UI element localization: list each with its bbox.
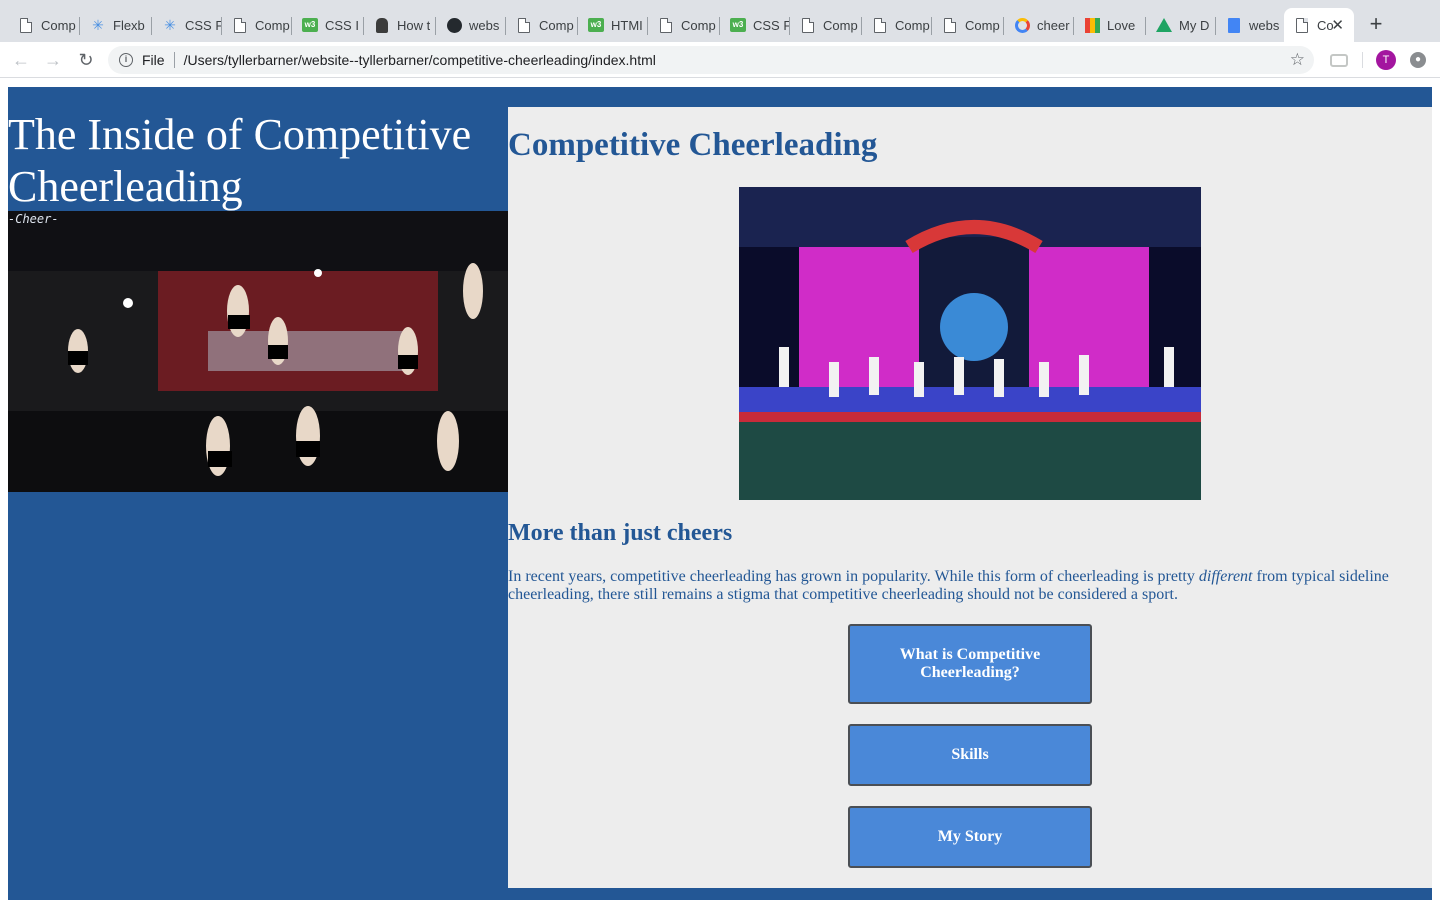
image-watermark-text: -Cheer- — [8, 212, 59, 226]
tab-title: Comp — [539, 17, 574, 33]
browser-tab[interactable]: w3 CSS I — [292, 8, 364, 42]
browser-tab[interactable]: ✳ Flexb — [80, 8, 152, 42]
tab-title: Comp — [681, 17, 716, 33]
browser-tab[interactable]: Comp — [506, 8, 578, 42]
address-bar[interactable]: i File /Users/tyllerbarner/website--tyll… — [108, 46, 1314, 74]
browser-toolbar: ← → ↻ i File /Users/tyllerbarner/website… — [0, 42, 1440, 78]
intro-text: In recent years, competitive cheerleadin… — [508, 568, 1199, 585]
page-body: The Inside of Competitive Cheerleading -… — [8, 87, 1432, 900]
my-story-button[interactable]: My Story — [848, 806, 1092, 868]
extension-icon[interactable]: ● — [1410, 52, 1426, 68]
intro-paragraph: In recent years, competitive cheerleadin… — [508, 568, 1408, 604]
browser-tab[interactable]: My D — [1146, 8, 1216, 42]
section-heading: More than just cheers — [508, 520, 733, 546]
tab-title: How t — [397, 17, 431, 33]
google-icon — [1014, 17, 1030, 33]
browser-tab[interactable]: Comp — [8, 8, 80, 42]
browser-tab[interactable]: Comp — [648, 8, 720, 42]
tab-title: Love — [1107, 17, 1136, 33]
tab-title: CSS F — [185, 17, 222, 33]
w3schools-icon: w3 — [302, 17, 318, 33]
document-icon — [872, 17, 888, 33]
browser-tab[interactable]: ✳ CSS F — [152, 8, 222, 42]
tab-title: webs — [469, 17, 500, 33]
emphasis-text: different — [1198, 568, 1253, 585]
browser-tab[interactable]: Love — [1074, 8, 1146, 42]
competition-stage-image — [739, 187, 1201, 500]
url-text[interactable]: /Users/tyllerbarner/website--tyllerbarne… — [184, 52, 656, 68]
document-icon — [942, 17, 958, 33]
tab-title: Comp — [965, 17, 1000, 33]
page-viewport: The Inside of Competitive Cheerleading -… — [0, 79, 1440, 900]
github-icon — [446, 17, 462, 33]
main-title: Competitive Cheerleading — [508, 127, 878, 163]
browser-tab-active[interactable]: Co ✕ — [1284, 8, 1354, 42]
divider — [1362, 52, 1363, 68]
love-icon — [1084, 17, 1100, 33]
what-is-competitive-cheerleading-button[interactable]: What is Competitive Cheerleading? — [848, 624, 1092, 704]
camera-icon[interactable] — [1330, 54, 1348, 67]
tab-title: Flexb — [113, 17, 145, 33]
tab-title: Comp — [823, 17, 858, 33]
close-tab-icon[interactable]: ✕ — [1331, 16, 1344, 34]
forward-arrow-icon[interactable]: → — [42, 49, 64, 71]
tab-title: webs — [1249, 17, 1280, 33]
competition-stage-photo — [739, 187, 1201, 500]
info-icon[interactable]: i — [119, 53, 133, 67]
browser-tab[interactable]: Comp — [932, 8, 1004, 42]
divider — [173, 52, 175, 68]
document-icon — [18, 17, 34, 33]
tab-title: HTMI — [611, 17, 643, 33]
main-content: Competitive Cheerleading More than just … — [508, 107, 1432, 888]
tab-title: Comp — [895, 17, 930, 33]
tab-title: cheer — [1037, 17, 1070, 33]
drive-icon — [1156, 17, 1172, 33]
browser-tab[interactable]: Comp — [790, 8, 862, 42]
document-icon — [232, 17, 248, 33]
reload-icon[interactable]: ↻ — [75, 49, 97, 71]
tab-title: Comp — [41, 17, 76, 33]
back-arrow-icon[interactable]: ← — [10, 49, 32, 71]
w3schools-icon: w3 — [730, 17, 746, 33]
cheer-stunt-image: -Cheer- — [8, 211, 508, 492]
browser-tab[interactable]: w3 CSS F — [720, 8, 790, 42]
browser-tab-strip: Comp ✳ Flexb ✳ CSS F Comp w3 CSS I How t… — [0, 0, 1440, 42]
site-title: The Inside of Competitive Cheerleading — [8, 110, 472, 211]
tab-title: CSS F — [753, 17, 790, 33]
document-icon — [658, 17, 674, 33]
docs-icon — [1226, 17, 1242, 33]
star-icon: ✳ — [164, 16, 176, 33]
browser-tab[interactable]: webs — [1216, 8, 1284, 42]
profile-avatar[interactable]: T — [1376, 50, 1396, 70]
w3schools-icon: w3 — [588, 17, 604, 33]
owl-icon — [374, 17, 390, 33]
browser-tab[interactable]: Comp — [222, 8, 292, 42]
tab-title: CSS I — [325, 17, 359, 33]
document-icon — [1294, 17, 1310, 33]
document-icon — [516, 17, 532, 33]
browser-tab[interactable]: Comp — [862, 8, 932, 42]
tab-title: My D — [1179, 17, 1210, 33]
document-icon — [800, 17, 816, 33]
sidebar: The Inside of Competitive Cheerleading -… — [8, 87, 508, 900]
browser-tab[interactable]: w3 HTMI — [578, 8, 648, 42]
bookmark-star-icon[interactable]: ☆ — [1290, 50, 1305, 70]
star-icon: ✳ — [92, 16, 104, 33]
cheer-stunt-photo — [8, 211, 508, 492]
new-tab-button[interactable]: + — [1364, 12, 1388, 36]
browser-tab[interactable]: webs — [436, 8, 506, 42]
skills-button[interactable]: Skills — [848, 724, 1092, 786]
browser-tab[interactable]: How t — [364, 8, 436, 42]
scheme-label: File — [142, 52, 165, 68]
browser-tab[interactable]: cheer — [1004, 8, 1074, 42]
tab-title: Comp — [255, 17, 290, 33]
